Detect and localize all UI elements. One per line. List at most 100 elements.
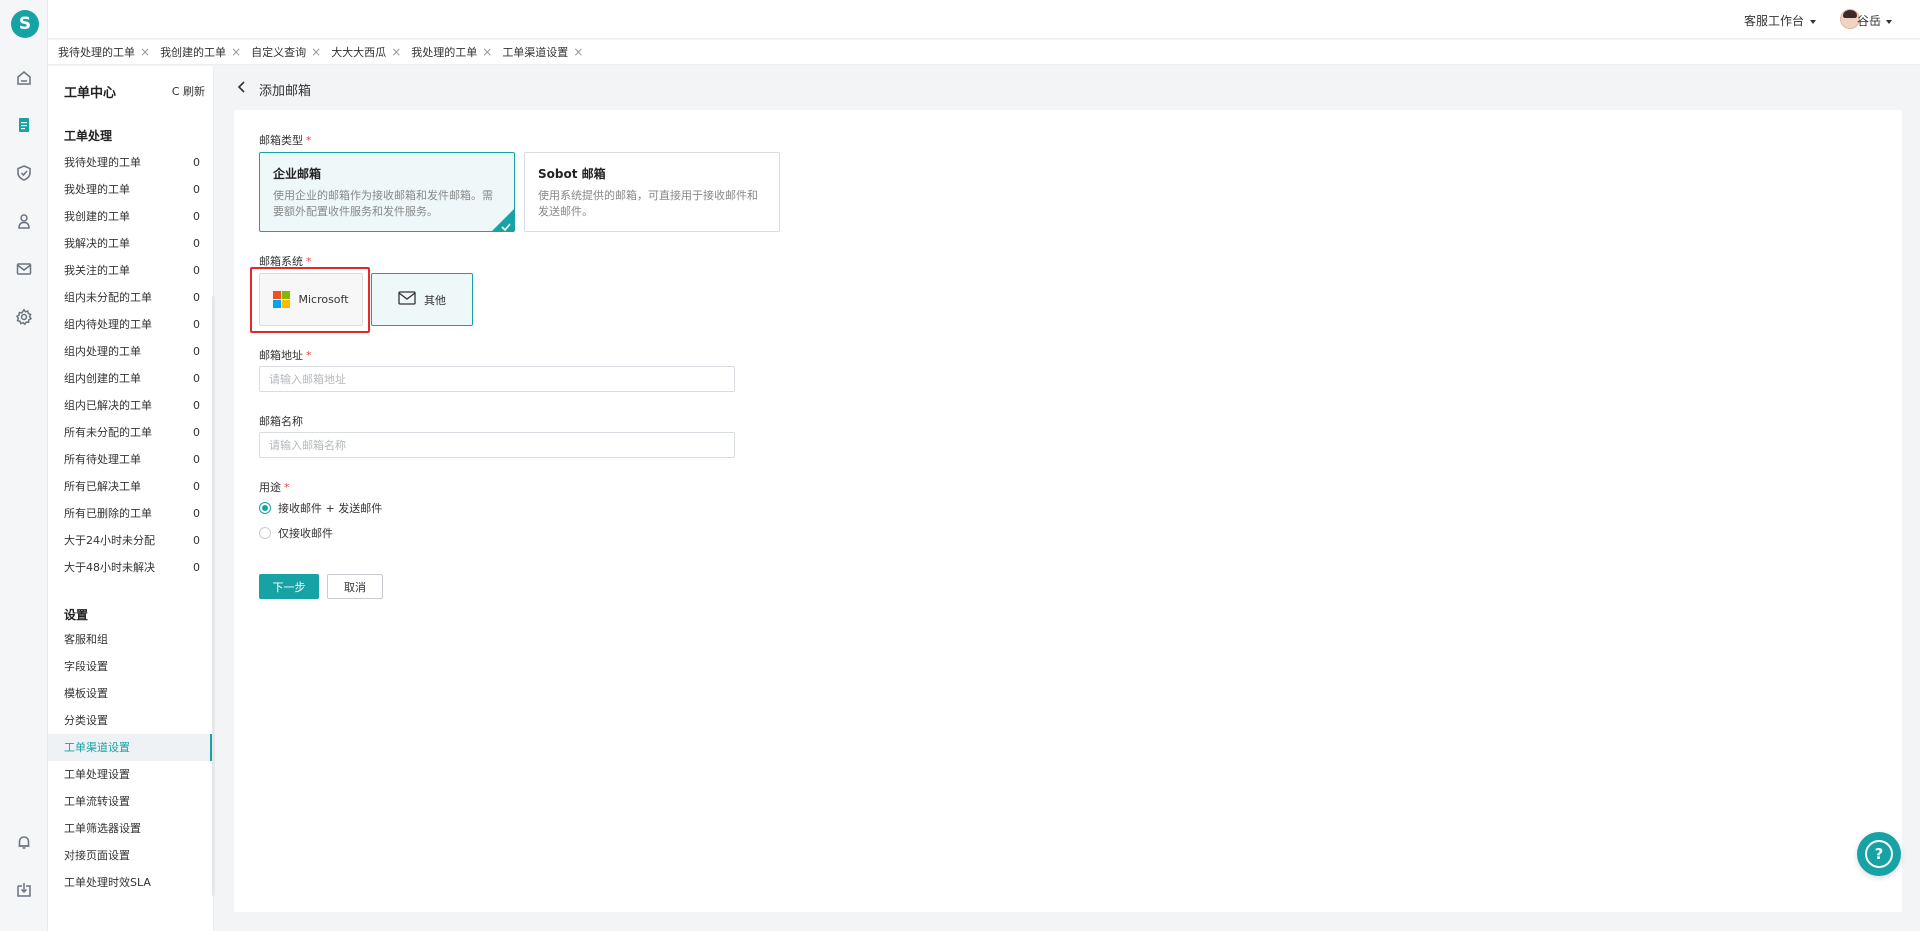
close-icon[interactable]: × bbox=[573, 45, 583, 59]
option-label: 其他 bbox=[424, 293, 446, 307]
sidebar-item[interactable]: 所有已删除的工单 0 bbox=[48, 500, 212, 527]
required-asterisk: * bbox=[306, 349, 312, 362]
sidebar-item-settings[interactable]: 工单处理时效SLA bbox=[48, 869, 212, 896]
bell-icon[interactable] bbox=[14, 832, 34, 852]
sidebar-title: 工单中心 bbox=[64, 86, 117, 101]
sidebar-item[interactable]: 我待处理的工单 0 bbox=[48, 149, 212, 176]
usage-radio-send-receive[interactable]: 接收邮件 + 发送邮件 bbox=[259, 500, 382, 516]
sidebar-item-label: 大于48小时未解决 bbox=[64, 561, 155, 574]
usage-label: 用途 * bbox=[259, 479, 290, 495]
sidebar-item-label: 组内已解决的工单 bbox=[64, 399, 152, 412]
email-address-input[interactable] bbox=[259, 366, 735, 392]
sidebar-item-settings[interactable]: 工单筛选器设置 bbox=[48, 815, 212, 842]
sidebar-item-settings[interactable]: 客服和组 bbox=[48, 626, 212, 653]
sidebar-item-label: 模板设置 bbox=[64, 687, 108, 700]
tab-channel-settings[interactable]: 工单渠道设置 × bbox=[502, 44, 583, 60]
home-icon[interactable] bbox=[14, 68, 34, 88]
sidebar-item-label: 分类设置 bbox=[64, 714, 108, 727]
tab-my-created[interactable]: 我创建的工单 × bbox=[160, 44, 241, 60]
section-heading-settings: 设置 bbox=[64, 608, 89, 622]
users-icon[interactable] bbox=[14, 211, 34, 231]
sidebar-item-label: 我关注的工单 bbox=[64, 264, 130, 277]
sidebar-item[interactable]: 组内处理的工单 0 bbox=[48, 338, 212, 365]
close-icon[interactable]: × bbox=[482, 45, 492, 59]
sidebar-item[interactable]: 所有待处理工单 0 bbox=[48, 446, 212, 473]
sidebar-item-label: 我解决的工单 bbox=[64, 237, 130, 250]
count-badge: 0 bbox=[193, 534, 200, 547]
sobot-mail-option[interactable]: Sobot 邮箱 使用系统提供的邮箱，可直接用于接收邮件和发送邮件。 bbox=[524, 152, 780, 232]
refresh-button[interactable]: C 刷新 bbox=[172, 83, 205, 99]
sidebar-item-label: 组内处理的工单 bbox=[64, 345, 141, 358]
mail-type-label: 邮箱类型 * bbox=[259, 132, 312, 148]
sidebar-item[interactable]: 我解决的工单 0 bbox=[48, 230, 212, 257]
email-name-input[interactable] bbox=[259, 432, 735, 458]
close-icon[interactable]: × bbox=[391, 45, 401, 59]
sidebar-item-settings[interactable]: 分类设置 bbox=[48, 707, 212, 734]
sidebar-item-settings[interactable]: 工单流转设置 bbox=[48, 788, 212, 815]
option-title: 企业邮箱 bbox=[273, 167, 322, 181]
gear-icon[interactable] bbox=[14, 307, 34, 327]
sidebar-item[interactable]: 我处理的工单 0 bbox=[48, 176, 212, 203]
sidebar-item-label: 工单渠道设置 bbox=[64, 741, 130, 754]
count-badge: 0 bbox=[193, 156, 200, 169]
download-icon[interactable] bbox=[14, 880, 34, 900]
ticket-icon[interactable] bbox=[14, 115, 34, 135]
close-icon[interactable]: × bbox=[231, 45, 241, 59]
sidebar-item-settings[interactable]: 模板设置 bbox=[48, 680, 212, 707]
enterprise-mail-option[interactable]: 企业邮箱 使用企业的邮箱作为接收邮箱和发件邮箱。需要额外配置收件服务和发件服务。 bbox=[259, 152, 515, 232]
tab-my-pending[interactable]: 我待处理的工单 × bbox=[58, 44, 150, 60]
sidebar-item[interactable]: 所有已解决工单 0 bbox=[48, 473, 212, 500]
mail-icon[interactable] bbox=[14, 259, 34, 279]
sidebar-item-settings[interactable]: 对接页面设置 bbox=[48, 842, 212, 869]
sidebar-item-label: 我创建的工单 bbox=[64, 210, 130, 223]
required-asterisk: * bbox=[306, 134, 312, 147]
sidebar-item-settings[interactable]: 字段设置 bbox=[48, 653, 212, 680]
sidebar-scrollbar[interactable] bbox=[212, 296, 215, 896]
label-text: 用途 bbox=[259, 481, 281, 494]
sidebar-item[interactable]: 所有未分配的工单 0 bbox=[48, 419, 212, 446]
sidebar-item[interactable]: 组内待处理的工单 0 bbox=[48, 311, 212, 338]
next-button[interactable]: 下一步 bbox=[259, 574, 319, 599]
tab-custom-query[interactable]: 自定义查询 × bbox=[251, 44, 321, 60]
tab-label: 自定义查询 bbox=[251, 46, 307, 59]
back-arrow-icon[interactable] bbox=[237, 80, 247, 94]
section-heading-processing: 工单处理 bbox=[64, 129, 113, 143]
sidebar-item[interactable]: 我创建的工单 0 bbox=[48, 203, 212, 230]
tab-my-handled[interactable]: 我处理的工单 × bbox=[411, 44, 492, 60]
envelope-icon bbox=[398, 291, 416, 308]
user-menu[interactable]: 谷岳 bbox=[1857, 12, 1892, 29]
sidebar-item[interactable]: 大于48小时未解决 0 bbox=[48, 554, 212, 581]
sidebar-item-label: 所有已解决工单 bbox=[64, 480, 141, 493]
shield-icon[interactable] bbox=[14, 163, 34, 183]
count-badge: 0 bbox=[193, 264, 200, 277]
count-badge: 0 bbox=[193, 291, 200, 304]
count-badge: 0 bbox=[193, 426, 200, 439]
sidebar-item[interactable]: 组内已解决的工单 0 bbox=[48, 392, 212, 419]
label-text: 邮箱地址 bbox=[259, 349, 303, 362]
app-logo[interactable]: S bbox=[11, 10, 39, 38]
sidebar-item-label: 组内创建的工单 bbox=[64, 372, 141, 385]
workspace-dropdown[interactable]: 客服工作台 bbox=[1744, 12, 1816, 29]
page-title: 添加邮箱 bbox=[259, 84, 312, 99]
other-system-option[interactable]: 其他 bbox=[371, 273, 473, 326]
sidebar-item-label: 字段设置 bbox=[64, 660, 108, 673]
left-rail: S bbox=[0, 0, 48, 931]
option-description: 使用系统提供的邮箱，可直接用于接收邮件和发送邮件。 bbox=[538, 189, 758, 218]
count-badge: 0 bbox=[193, 210, 200, 223]
sidebar-item[interactable]: 大于24小时未分配 0 bbox=[48, 527, 212, 554]
sidebar-item[interactable]: 我关注的工单 0 bbox=[48, 257, 212, 284]
sidebar-item-channel-settings[interactable]: 工单渠道设置 bbox=[48, 734, 212, 761]
sidebar-item-label: 我处理的工单 bbox=[64, 183, 130, 196]
close-icon[interactable]: × bbox=[140, 45, 150, 59]
tab-watermelon[interactable]: 大大大西瓜 × bbox=[331, 44, 401, 60]
option-title: Sobot 邮箱 bbox=[538, 167, 606, 181]
close-icon[interactable]: × bbox=[311, 45, 321, 59]
sidebar-item-settings[interactable]: 工单处理设置 bbox=[48, 761, 212, 788]
help-button[interactable]: ? bbox=[1857, 832, 1901, 876]
count-badge: 0 bbox=[193, 318, 200, 331]
usage-radio-receive-only[interactable]: 仅接收邮件 bbox=[259, 525, 333, 541]
cancel-button[interactable]: 取消 bbox=[327, 574, 383, 599]
sidebar-item[interactable]: 组内创建的工单 0 bbox=[48, 365, 212, 392]
sidebar-item-label: 对接页面设置 bbox=[64, 849, 130, 862]
sidebar-item[interactable]: 组内未分配的工单 0 bbox=[48, 284, 212, 311]
